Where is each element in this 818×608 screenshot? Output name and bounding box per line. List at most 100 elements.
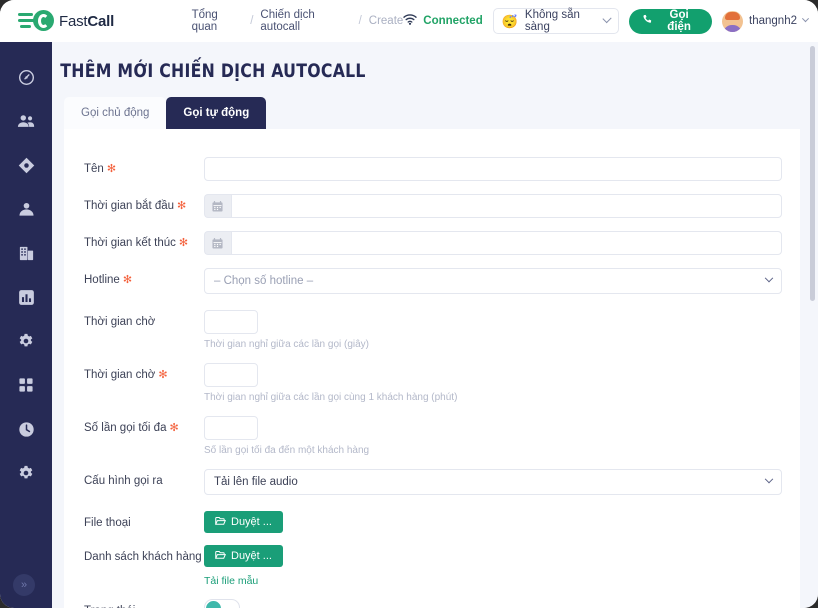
sidebar-item-configuration[interactable]	[13, 462, 39, 484]
field-label-text: Hotline	[84, 274, 120, 286]
sidebar-item-history[interactable]	[13, 418, 39, 440]
field-label-text: Danh sách khách hàng	[84, 551, 202, 563]
download-sample-file-link[interactable]: Tải file mẫu	[204, 575, 258, 587]
field-control: Thời gian nghỉ giữa các lần gọi (giây)	[204, 310, 800, 350]
sidebar-expand-button[interactable]: »	[13, 574, 35, 596]
scrollbar-thumb[interactable]	[810, 46, 815, 301]
field-label-text: Thời gian chờ	[84, 316, 155, 328]
folder-open-icon	[215, 516, 226, 529]
app-window: FastCall Tổng quan / Chiến dịch autocall…	[0, 0, 818, 608]
call-button-label: Gọi điện	[659, 9, 699, 33]
so-lan-goi-toi-da-input[interactable]	[204, 416, 258, 440]
calendar-icon[interactable]	[204, 194, 231, 218]
field-row-so-lan-goi-toi-da: Số lần gọi tối đa✻ Số lần gọi tối đa đến…	[64, 416, 800, 456]
field-row-thoi-gian-cho-2: Thời gian chờ✻ Thời gian nghỉ giữa các l…	[64, 363, 800, 403]
field-control	[204, 231, 800, 255]
field-label: Hotline✻	[84, 268, 204, 288]
gear-icon	[18, 333, 34, 349]
field-control: Số lần gọi tối đa đến một khách hàng	[204, 416, 800, 456]
breadcrumb-item-2: Create	[369, 15, 404, 27]
hotline-select[interactable]: – Chọn số hotline –	[204, 268, 782, 294]
field-label: Cấu hình gọi ra	[84, 469, 204, 489]
sidebar-item-campaigns[interactable]	[13, 154, 39, 176]
sidebar-item-dashboard[interactable]	[13, 66, 39, 88]
presence-label: Không sẵn sàng	[525, 9, 597, 33]
sidebar-item-settings[interactable]	[13, 330, 39, 352]
cau-hinh-goi-ra-select[interactable]: Tải lên file audio	[204, 469, 782, 495]
page-title: THÊM MỚI CHIẾN DỊCH AUTOCALL	[52, 42, 757, 82]
field-label: Tên✻	[84, 157, 204, 177]
user-avatar	[722, 11, 743, 32]
breadcrumb-item-0[interactable]: Tổng quan	[192, 9, 244, 33]
field-control	[204, 194, 800, 218]
field-label-text: Số lần gọi tối đa	[84, 422, 166, 434]
clock-icon	[18, 421, 35, 438]
thoi-gian-cho-2-input[interactable]	[204, 363, 258, 387]
ten-input[interactable]	[204, 157, 782, 181]
trang-thai-toggle[interactable]	[204, 599, 240, 608]
presence-select[interactable]: 😴 Không sẵn sàng	[493, 8, 620, 34]
bar-chart-icon	[18, 289, 35, 306]
grid-icon	[18, 377, 34, 393]
phone-icon	[642, 14, 653, 28]
field-control	[204, 157, 800, 181]
double-chevron-right-icon: »	[21, 579, 27, 591]
required-marker: ✻	[107, 163, 116, 175]
field-control: Duyệt ... Tải file mẫu	[204, 545, 800, 589]
field-label: Thời gian chờ	[84, 310, 204, 330]
sidebar-item-apps[interactable]	[13, 374, 39, 396]
logo-text: FastCall	[59, 13, 114, 30]
file-thoai-browse-button[interactable]: Duyệt ...	[204, 511, 283, 533]
field-label: Trạng thái	[84, 599, 204, 608]
chevron-down-icon	[602, 14, 611, 23]
field-label-text: Thời gian bắt đầu	[84, 200, 174, 212]
breadcrumb-item-1[interactable]: Chiến dịch autocall	[260, 9, 351, 33]
thoi-gian-ket-thuc-input[interactable]	[231, 231, 782, 255]
gear-icon	[18, 465, 34, 481]
user-name: thangnh2	[749, 15, 797, 27]
person-icon	[18, 202, 35, 217]
breadcrumb-separator: /	[359, 15, 362, 27]
sidebar-item-agents[interactable]	[13, 198, 39, 220]
danh-sach-khach-hang-browse-button[interactable]: Duyệt ...	[204, 545, 283, 567]
thoi-gian-bat-dau-input[interactable]	[231, 194, 782, 218]
fastcall-logo-icon	[18, 10, 54, 32]
calendar-icon[interactable]	[204, 231, 231, 255]
field-row-file-thoai: File thoại Duyệt ...	[64, 511, 800, 533]
hotline-select-value: – Chọn số hotline –	[214, 275, 313, 287]
sidebar-item-organization[interactable]	[13, 242, 39, 264]
main-content: THÊM MỚI CHIẾN DỊCH AUTOCALL Gọi chủ độn…	[52, 42, 818, 608]
field-label: Danh sách khách hàng	[84, 545, 204, 565]
call-button[interactable]: Gọi điện	[629, 9, 712, 34]
field-hint: Thời gian nghỉ giữa các lần gọi cùng 1 k…	[204, 392, 782, 403]
required-marker: ✻	[177, 200, 186, 212]
user-menu[interactable]: thangnh2	[722, 11, 808, 32]
field-label-text: Cấu hình gọi ra	[84, 475, 163, 487]
app-logo[interactable]: FastCall	[18, 10, 162, 32]
sidebar-item-customers[interactable]	[13, 110, 39, 132]
field-label-text: File thoại	[84, 517, 131, 529]
presence-emoji-icon: 😴	[502, 15, 518, 28]
field-label: Số lần gọi tối đa✻	[84, 416, 204, 436]
thoi-gian-cho-1-input[interactable]	[204, 310, 258, 334]
field-label-text: Tên	[84, 163, 104, 175]
required-marker: ✻	[158, 369, 167, 381]
field-label: Thời gian bắt đầu✻	[84, 194, 204, 214]
tag-icon	[18, 157, 35, 174]
tab-goi-chu-dong[interactable]: Gọi chủ động	[64, 97, 166, 129]
field-row-danh-sach-khach-hang: Danh sách khách hàng Duyệt ... Tải file …	[64, 545, 800, 589]
vertical-scrollbar[interactable]	[810, 46, 815, 606]
required-marker: ✻	[179, 237, 188, 249]
tab-goi-tu-dong[interactable]: Gọi tự động	[166, 97, 266, 129]
users-icon	[17, 114, 35, 129]
logo-text-bold: Call	[87, 13, 114, 30]
field-row-thoi-gian-cho-1: Thời gian chờ Thời gian nghỉ giữa các lầ…	[64, 310, 800, 350]
wifi-icon	[403, 12, 417, 30]
tab-bar: Gọi chủ động Gọi tự động	[64, 97, 818, 129]
field-label-text: Thời gian kết thúc	[84, 237, 176, 249]
field-row-cau-hinh-goi-ra: Cấu hình gọi ra Tải lên file audio	[64, 469, 800, 495]
field-control	[204, 599, 800, 608]
logo-text-light: Fast	[59, 13, 87, 30]
sidebar-item-reports[interactable]	[13, 286, 39, 308]
gauge-icon	[18, 69, 35, 86]
